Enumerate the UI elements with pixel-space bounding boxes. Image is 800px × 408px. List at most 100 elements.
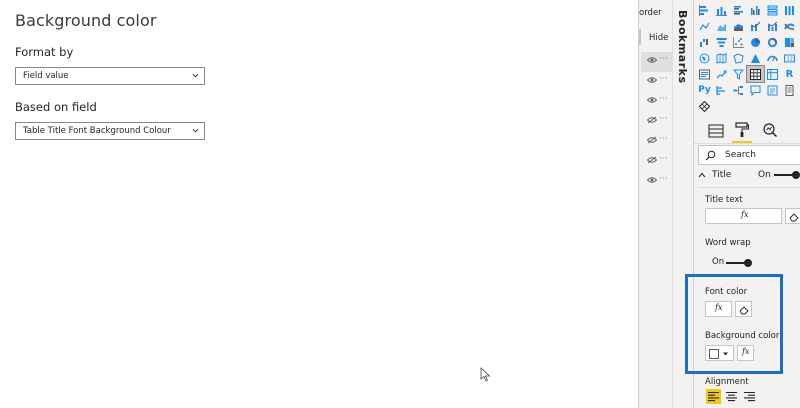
smart-narrative-icon[interactable] — [764, 82, 781, 98]
analytics-tab[interactable] — [760, 122, 780, 140]
layer-order-tab[interactable]: order — [639, 8, 662, 18]
treemap-icon[interactable] — [781, 34, 798, 50]
title-text-input[interactable]: fx — [705, 208, 782, 224]
highlight-box — [685, 274, 783, 374]
eraser-icon — [789, 213, 799, 222]
kpi-icon[interactable] — [713, 66, 730, 82]
100-stacked-bar-chart-icon[interactable] — [764, 2, 781, 18]
line-and-clustered-column-icon[interactable] — [764, 18, 781, 34]
fields-well-icon — [708, 124, 724, 138]
selection-pane: order Hide ··· ··· ··· ··· ··· ··· ··· — [638, 0, 673, 408]
pie-chart-icon[interactable] — [747, 34, 764, 50]
more-options-icon[interactable]: ··· — [659, 94, 668, 104]
shape-map-icon[interactable] — [730, 50, 747, 66]
chevron-down-icon — [192, 128, 199, 133]
more-options-icon[interactable]: ··· — [659, 174, 668, 184]
table-visual-icon[interactable] — [746, 65, 765, 83]
stacked-area-chart-icon[interactable] — [730, 18, 747, 34]
mouse-pointer-icon — [480, 367, 491, 382]
paint-roller-icon — [735, 122, 750, 137]
waterfall-chart-icon[interactable] — [696, 34, 713, 50]
qa-visual-icon[interactable] — [747, 82, 764, 98]
python-visual-icon[interactable]: Py — [696, 82, 713, 98]
key-influencers-icon[interactable] — [713, 82, 730, 98]
more-options-icon[interactable]: ··· — [659, 134, 668, 144]
chevron-up-icon — [698, 172, 706, 178]
r-visual-icon[interactable]: R — [781, 66, 798, 82]
funnel-chart-icon[interactable] — [713, 34, 730, 50]
area-chart-icon[interactable] — [713, 18, 730, 34]
stacked-column-chart-icon[interactable] — [713, 2, 730, 18]
format-by-dropdown[interactable]: Field value — [15, 67, 205, 85]
based-on-field-value: Table Title Font Background Colour — [23, 126, 171, 136]
format-tab[interactable] — [732, 122, 752, 143]
more-options-icon[interactable]: ··· — [659, 74, 668, 84]
selection-row[interactable]: ··· — [641, 152, 673, 172]
clustered-column-chart-icon[interactable] — [747, 2, 764, 18]
eye-icon[interactable] — [647, 176, 657, 184]
align-center-button[interactable] — [724, 389, 739, 404]
eye-icon[interactable] — [647, 56, 657, 64]
multi-row-card-icon[interactable] — [696, 66, 713, 82]
analytics-magnifier-icon — [763, 123, 777, 137]
alignment-buttons — [706, 389, 762, 405]
selection-row[interactable]: ··· — [641, 132, 673, 152]
based-on-field-dropdown[interactable]: Table Title Font Background Colour — [15, 122, 205, 140]
more-options-icon[interactable]: ··· — [659, 154, 668, 164]
slicer-icon[interactable] — [730, 66, 747, 82]
format-by-value: Field value — [23, 71, 69, 81]
eye-icon[interactable] — [647, 76, 657, 84]
format-search-box[interactable]: Search — [698, 145, 800, 165]
align-right-button[interactable] — [742, 389, 757, 404]
word-wrap-toggle[interactable] — [726, 258, 752, 268]
eye-hidden-icon[interactable] — [647, 116, 657, 124]
format-by-label: Format by — [15, 45, 74, 59]
chevron-down-icon — [192, 73, 199, 78]
fx-icon: fx — [741, 210, 749, 219]
bookmarks-tab-label: Bookmarks — [676, 10, 689, 84]
title-section-header[interactable]: Title On — [698, 170, 800, 184]
more-options-icon[interactable]: ··· — [659, 54, 668, 64]
donut-chart-icon[interactable] — [764, 34, 781, 50]
align-center-icon — [726, 391, 737, 402]
based-on-field-label: Based on field — [15, 100, 97, 114]
matrix-icon[interactable] — [764, 66, 781, 82]
divider — [639, 29, 641, 45]
word-wrap-label: Word wrap — [705, 238, 751, 248]
map-icon[interactable] — [696, 50, 713, 66]
eye-hidden-icon[interactable] — [647, 136, 657, 144]
scatter-chart-icon[interactable] — [730, 34, 747, 50]
selection-row[interactable]: ··· — [641, 92, 673, 112]
eye-hidden-icon[interactable] — [647, 156, 657, 164]
azure-map-icon[interactable] — [747, 50, 764, 66]
100-stacked-column-chart-icon[interactable] — [781, 2, 798, 18]
clustered-bar-chart-icon[interactable] — [730, 2, 747, 18]
more-options-icon[interactable]: ··· — [659, 114, 668, 124]
search-icon — [705, 150, 716, 161]
line-chart-icon[interactable] — [696, 18, 713, 34]
filled-map-icon[interactable] — [713, 50, 730, 66]
fields-tab[interactable] — [706, 122, 726, 140]
reset-title-text-button[interactable] — [785, 208, 800, 224]
card-icon[interactable]: 123 — [781, 50, 798, 66]
eye-icon[interactable] — [647, 96, 657, 104]
decomposition-tree-icon[interactable] — [730, 82, 747, 98]
more-visuals-icon[interactable] — [696, 98, 713, 114]
align-left-button[interactable] — [706, 389, 721, 404]
ribbon-chart-icon[interactable] — [781, 18, 798, 34]
hide-column-header: Hide — [649, 33, 669, 43]
conditional-format-dialog: Background color Format by Field value B… — [0, 0, 638, 408]
selection-row[interactable]: ··· — [641, 172, 673, 192]
selection-row[interactable]: ··· — [641, 72, 673, 92]
paginated-report-icon[interactable] — [781, 82, 798, 98]
selection-row[interactable]: ··· — [641, 112, 673, 132]
divider — [694, 143, 800, 144]
title-text-label: Title text — [705, 195, 743, 205]
viz-pane-tabs — [694, 118, 800, 144]
stacked-bar-chart-icon[interactable] — [696, 2, 713, 18]
line-and-column-chart-icon[interactable] — [747, 18, 764, 34]
title-toggle-label: On — [758, 170, 771, 180]
selection-row[interactable]: ··· — [641, 52, 673, 72]
title-toggle[interactable] — [774, 170, 800, 180]
gauge-icon[interactable] — [764, 50, 781, 66]
